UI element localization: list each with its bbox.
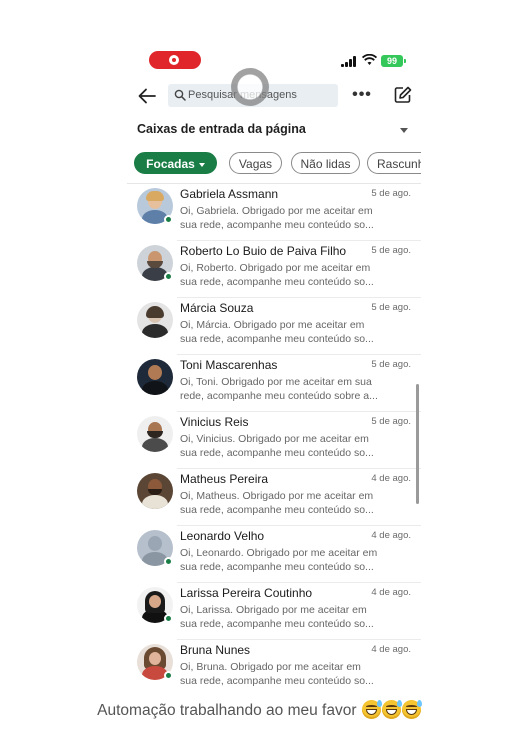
filter-chip-rascunhos[interactable]: Rascunhos (367, 152, 421, 174)
page-inbox-selector[interactable]: Caixas de entrada da página (127, 118, 421, 142)
search-placeholder: Pesquisar mensagens (188, 89, 297, 101)
avatar (137, 359, 173, 395)
phone-screen: 99 Pesquisar mensagens ••• Caixas de ent… (127, 46, 421, 686)
status-bar: 99 (127, 46, 421, 74)
filter-chips: Focadas Vagas Não lidas Rascunhos (127, 152, 421, 176)
filter-chip-label: Não lidas (300, 157, 351, 171)
message-preview: Oi, Gabriela. Obrigado por me aceitar em… (180, 205, 374, 231)
message-date: 5 de ago. (371, 302, 411, 313)
search-icon (174, 89, 186, 101)
conversation-item[interactable]: Toni Mascarenhas 5 de ago. Oi, Toni. Obr… (127, 355, 421, 412)
contact-name: Márcia Souza (180, 301, 254, 315)
message-date: 5 de ago. (371, 416, 411, 427)
filter-chip-label: Rascunhos (377, 157, 421, 171)
message-date: 4 de ago. (371, 530, 411, 541)
conversation-item[interactable]: Larissa Pereira Coutinho 4 de ago. Oi, L… (127, 583, 421, 640)
compose-icon[interactable] (393, 85, 413, 105)
conversation-list[interactable]: Gabriela Assmann 5 de ago. Oi, Gabriela.… (127, 183, 421, 686)
contact-name: Matheus Pereira (180, 472, 269, 486)
message-preview: Oi, Larissa. Obrigado por me aceitar em … (180, 604, 374, 630)
conversation-item[interactable]: Bruna Nunes 4 de ago. Oi, Bruna. Obrigad… (127, 640, 421, 686)
record-icon (169, 55, 179, 65)
message-preview: Oi, Toni. Obrigado por me aceitar em sua… (180, 376, 378, 402)
contact-name: Vinicius Reis (180, 415, 249, 429)
filter-chip-nao-lidas[interactable]: Não lidas (291, 152, 360, 174)
message-preview: Oi, Bruna. Obrigado por me aceitar em su… (180, 661, 374, 686)
signal-icon (341, 56, 357, 67)
avatar (137, 416, 173, 452)
online-status-dot (164, 671, 173, 680)
filter-chip-vagas[interactable]: Vagas (229, 152, 282, 174)
message-date: 4 de ago. (371, 587, 411, 598)
online-status-dot (164, 272, 173, 281)
contact-name: Larissa Pereira Coutinho (180, 586, 313, 600)
search-input[interactable]: Pesquisar mensagens (168, 84, 338, 107)
message-date: 4 de ago. (371, 644, 411, 655)
message-preview: Oi, Márcia. Obrigado por me aceitar em s… (180, 319, 374, 345)
avatar (137, 302, 173, 338)
message-preview: Oi, Leonardo. Obrigado por me aceitar em… (180, 547, 378, 573)
conversation-item[interactable]: Gabriela Assmann 5 de ago. Oi, Gabriela.… (127, 184, 421, 241)
sweat-smile-emoji-icon (381, 700, 402, 719)
back-arrow-icon[interactable] (136, 85, 158, 107)
message-date: 5 de ago. (371, 245, 411, 256)
filter-chip-label: Vagas (238, 157, 273, 171)
online-status-dot (164, 557, 173, 566)
online-status-dot (164, 215, 173, 224)
wifi-icon (362, 54, 377, 65)
contact-name: Toni Mascarenhas (180, 358, 278, 372)
scrollbar[interactable] (416, 384, 419, 504)
online-status-dot (164, 614, 173, 623)
sweat-smile-emoji-icon (361, 700, 382, 719)
video-caption: Automação trabalhando ao meu favor (0, 700, 518, 720)
message-date: 5 de ago. (371, 359, 411, 370)
conversation-item[interactable]: Leonardo Velho 4 de ago. Oi, Leonardo. O… (127, 526, 421, 583)
conversation-item[interactable]: Roberto Lo Buio de Paiva Filho 5 de ago.… (127, 241, 421, 298)
screen-recording-indicator[interactable] (149, 51, 201, 69)
caption-text: Automação trabalhando ao meu favor (97, 702, 357, 719)
battery-indicator: 99 (381, 55, 406, 67)
page-inbox-label: Caixas de entrada da página (137, 122, 306, 136)
message-date: 4 de ago. (371, 473, 411, 484)
message-preview: Oi, Vinicius. Obrigado por me aceitar em… (180, 433, 374, 459)
contact-name: Bruna Nunes (180, 643, 251, 657)
filter-chip-focadas[interactable]: Focadas (134, 152, 217, 174)
avatar (137, 473, 173, 509)
message-preview: Oi, Matheus. Obrigado por me aceitar em … (180, 490, 374, 516)
contact-name: Leonardo Velho (180, 529, 265, 543)
caret-down-icon (198, 162, 205, 167)
message-preview: Oi, Roberto. Obrigado por me aceitar em … (180, 262, 374, 288)
top-nav: Pesquisar mensagens ••• (127, 68, 421, 116)
more-options-button[interactable]: ••• (351, 86, 373, 106)
contact-name: Gabriela Assmann (180, 187, 279, 201)
message-date: 5 de ago. (371, 188, 411, 199)
conversation-item[interactable]: Matheus Pereira 4 de ago. Oi, Matheus. O… (127, 469, 421, 526)
contact-name: Roberto Lo Buio de Paiva Filho (180, 244, 347, 258)
conversation-item[interactable]: Márcia Souza 5 de ago. Oi, Márcia. Obrig… (127, 298, 421, 355)
sweat-smile-emoji-icon (401, 700, 422, 719)
chevron-down-icon (400, 128, 408, 133)
conversation-item[interactable]: Vinicius Reis 5 de ago. Oi, Vinicius. Ob… (127, 412, 421, 469)
filter-chip-label: Focadas (146, 157, 195, 171)
